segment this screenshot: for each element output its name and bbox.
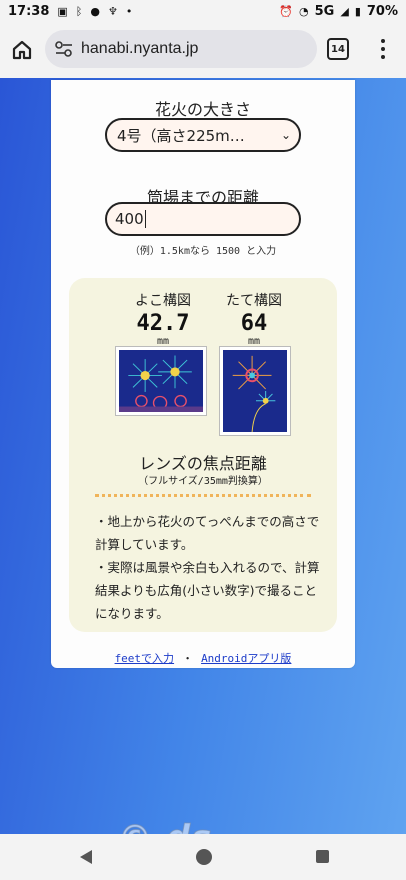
- address-bar[interactable]: hanabi.nyanta.jp: [45, 30, 317, 68]
- size-label: 花火の大きさ: [154, 100, 251, 119]
- feet-input-link[interactable]: feetで入力: [115, 652, 175, 665]
- notification-app-icon: ●: [90, 4, 101, 18]
- home-nav-icon[interactable]: [196, 849, 212, 865]
- note-height: ・地上から花火のてっぺんまでの高さで計算しています。: [95, 514, 320, 552]
- footer-links: feetで入力・ Androidアプリ版: [51, 650, 355, 666]
- calculator-card: 花火の大きさ 4号（高さ225m… ⌄ 筒場までの距離 400 （例）1.5km…: [51, 80, 355, 668]
- home-icon: [12, 40, 32, 60]
- line-app-icon: ▣: [57, 4, 68, 18]
- chevron-down-icon: ⌄: [280, 128, 291, 142]
- distance-input[interactable]: 400: [105, 202, 301, 236]
- distance-input-value: 400: [115, 210, 144, 228]
- menu-dot-icon: [381, 47, 385, 51]
- size-select[interactable]: 4号（高さ225m… ⌄: [105, 118, 301, 152]
- android-app-link[interactable]: Androidアプリ版: [201, 652, 291, 665]
- network-label: 5G: [314, 3, 335, 19]
- bluetooth-icon: ᛒ: [75, 4, 83, 18]
- note-wide-angle: ・実際は風景や余白も入れるので、計算結果よりも広角(小さい数字)で撮ることになり…: [95, 560, 320, 621]
- site-settings-icon[interactable]: [55, 41, 73, 57]
- size-select-value: 4号（高さ225m…: [117, 126, 245, 145]
- recent-apps-icon[interactable]: [316, 850, 329, 863]
- landscape-result: よこ構図 42.7 mm: [113, 290, 213, 347]
- home-button[interactable]: [0, 28, 44, 72]
- tab-switcher-button[interactable]: 14: [327, 38, 349, 60]
- status-time: 17:38: [8, 3, 50, 19]
- overflow-menu-button[interactable]: [374, 36, 392, 62]
- battery-icon: ▮: [354, 4, 361, 18]
- cycling-icon: ♆: [108, 4, 118, 18]
- menu-dot-icon: [381, 39, 385, 43]
- lens-focal-title: レンズの焦点距離: [139, 454, 267, 473]
- result-panel: よこ構図 42.7 mm たて構図 64 mm レンズの焦点距離 （フルサイズ/…: [69, 278, 337, 632]
- back-icon[interactable]: [80, 850, 92, 864]
- more-dot-icon: •: [125, 4, 133, 18]
- portrait-fireworks-image: [219, 346, 291, 436]
- alarm-icon: ⏰: [279, 4, 294, 18]
- url-text: hanabi.nyanta.jp: [81, 40, 199, 57]
- landscape-fireworks-image: [115, 346, 207, 416]
- menu-dot-icon: [381, 55, 385, 59]
- web-page: 花火の大きさ 4号（高さ225m… ⌄ 筒場までの距離 400 （例）1.5km…: [0, 78, 406, 834]
- status-bar: 17:38 ▣ ᛒ ● ♆ • ⏰ ◔ 5G ◢ ▮ 70%: [0, 0, 406, 22]
- portrait-title: たて構図: [226, 293, 282, 309]
- landscape-focal-value: 42.7: [136, 311, 190, 336]
- browser-toolbar: hanabi.nyanta.jp 14: [0, 22, 406, 78]
- link-separator: ・: [182, 652, 194, 665]
- dotted-divider: [95, 494, 311, 498]
- text-caret: [144, 210, 146, 228]
- data-saver-icon: ◔: [299, 4, 309, 18]
- distance-hint: （例）1.5kmなら 1500 と入力: [129, 246, 277, 257]
- portrait-result: たて構図 64 mm: [219, 290, 289, 347]
- portrait-focal-value: 64: [240, 311, 268, 336]
- signal-icon: ◢: [340, 4, 349, 18]
- lens-focal-subtitle: （フルサイズ/35mm判換算）: [138, 476, 268, 487]
- system-nav-bar: [0, 834, 406, 880]
- battery-level: 70%: [366, 3, 398, 19]
- landscape-title: よこ構図: [135, 293, 191, 309]
